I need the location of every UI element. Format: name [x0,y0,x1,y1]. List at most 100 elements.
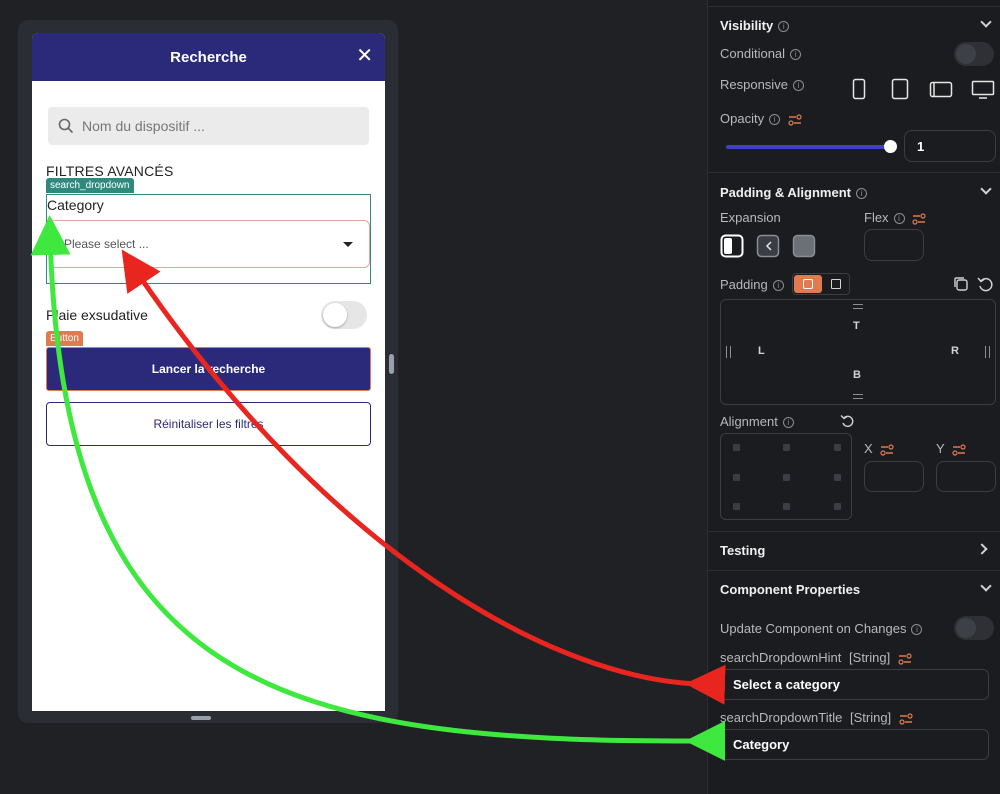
responsive-label: Responsive i [720,77,804,92]
chevron-down-icon[interactable] [980,183,992,195]
padding-top-label[interactable]: T [853,320,860,332]
padding-text: Padding [720,277,768,292]
variable-icon[interactable] [898,652,912,665]
align-bottom-right[interactable] [834,503,841,510]
divider [708,531,1000,532]
expansion-shrink-icon[interactable] [756,234,780,258]
info-icon: i [790,49,802,61]
component-tag-button[interactable]: Button [46,331,83,346]
opacity-label: Opacity i [720,111,802,126]
padding-mode-toggle [792,273,850,295]
info-icon: i [855,188,867,200]
reset-icon[interactable] [840,414,854,428]
align-center-right[interactable] [834,474,841,481]
opacity-slider-track[interactable] [726,145,890,149]
conditional-toggle[interactable] [954,42,994,66]
padding-label: Padding i [720,277,784,292]
tablet-landscape-icon[interactable] [929,81,953,98]
search-dropdown-component[interactable]: Category Please select ... [46,194,371,284]
variable-icon[interactable] [880,443,894,456]
conditional-text: Conditional [720,46,786,61]
copy-icon[interactable] [953,276,969,292]
variable-icon[interactable] [899,712,913,725]
padding-all-icon[interactable] [794,275,822,293]
expansion-label: Expansion [720,210,781,225]
padding-individual-icon[interactable] [831,279,841,289]
tablet-icon[interactable] [891,78,909,100]
align-x-input[interactable] [864,461,924,492]
align-top-left[interactable] [733,444,740,451]
info-icon: i [772,280,784,292]
app-bar: Recherche ✕ [32,33,385,81]
align-bottom-left[interactable] [733,503,740,510]
component-tag-search-dropdown[interactable]: search_dropdown [46,178,134,193]
testing-header[interactable]: Testing [720,543,765,558]
padding-bottom-label[interactable]: B [853,369,861,381]
title-property-label: searchDropdownTitle [String] [720,710,913,725]
resize-handle-right[interactable] [389,354,394,374]
search-placeholder: Nom du dispositif ... [82,118,205,134]
padding-right-label[interactable]: R [951,345,959,357]
chevron-right-icon[interactable] [976,543,988,555]
chevron-down-icon[interactable] [980,580,992,592]
app-bar-title: Recherche [170,48,247,66]
opacity-input[interactable]: 1 [904,130,996,162]
align-bottom-center[interactable] [783,503,790,510]
close-icon[interactable]: ✕ [356,45,373,67]
resize-handle-bottom[interactable] [191,716,211,720]
expansion-fill-icon[interactable] [720,234,744,258]
exudative-toggle[interactable] [321,301,367,329]
update-on-change-toggle[interactable] [954,616,994,640]
opacity-text: Opacity [720,111,765,126]
filters-heading: FILTRES AVANCÉS [46,163,174,179]
reset-icon[interactable] [977,276,993,292]
chevron-down-icon[interactable] [980,16,992,28]
update-on-change-label: Update Component on Changes i [720,621,923,636]
info-icon: i [911,624,923,636]
align-y-text: Y [936,441,945,456]
phone-icon[interactable] [852,78,866,100]
title-property-input[interactable]: Category [720,729,989,760]
hint-property-label: searchDropdownHint [String] [720,650,912,665]
align-y-label: Y [936,441,966,456]
search-button[interactable]: Lancer la recherche [46,347,371,391]
search-input[interactable]: Nom du dispositif ... [48,107,369,145]
align-top-right[interactable] [834,444,841,451]
opacity-slider-thumb[interactable] [884,140,897,153]
align-y-input[interactable] [936,461,996,492]
alignment-grid[interactable] [720,433,852,520]
padding-right-handle[interactable] [985,346,990,358]
title-property-type: [String] [849,710,892,725]
alignment-label: Alignment i [720,414,794,429]
info-icon: i [769,114,781,126]
divider [708,172,1000,173]
category-dropdown[interactable]: Please select ... [49,220,370,268]
visibility-title: Visibility [720,18,774,33]
align-center[interactable] [783,474,790,481]
hint-property-input[interactable]: Select a category [720,669,989,700]
padding-top-handle[interactable] [853,304,863,309]
padding-alignment-header[interactable]: Padding & Alignment i [720,185,867,200]
padding-left-label[interactable]: L [758,345,765,357]
variable-icon[interactable] [952,443,966,456]
expansion-expand-icon[interactable] [792,234,816,258]
alignment-text: Alignment [720,414,778,429]
desktop-icon[interactable] [971,80,995,100]
info-icon: i [893,213,905,225]
component-properties-header[interactable]: Component Properties [720,582,860,597]
align-center-left[interactable] [733,474,740,481]
variable-icon[interactable] [788,113,802,126]
dropdown-hint: Please select ... [64,237,149,251]
padding-left-handle[interactable] [726,346,731,358]
info-icon: i [782,417,794,429]
responsive-text: Responsive [720,77,788,92]
align-top-center[interactable] [783,444,790,451]
padding-bottom-handle[interactable] [853,394,863,399]
flex-input[interactable] [864,229,924,261]
align-x-label: X [864,441,894,456]
search-icon [58,118,74,134]
conditional-label: Conditional i [720,46,802,61]
reset-filters-button[interactable]: Réinitaliser les filtres [46,402,371,446]
visibility-header[interactable]: Visibility i [720,18,790,33]
variable-icon[interactable] [912,212,926,225]
